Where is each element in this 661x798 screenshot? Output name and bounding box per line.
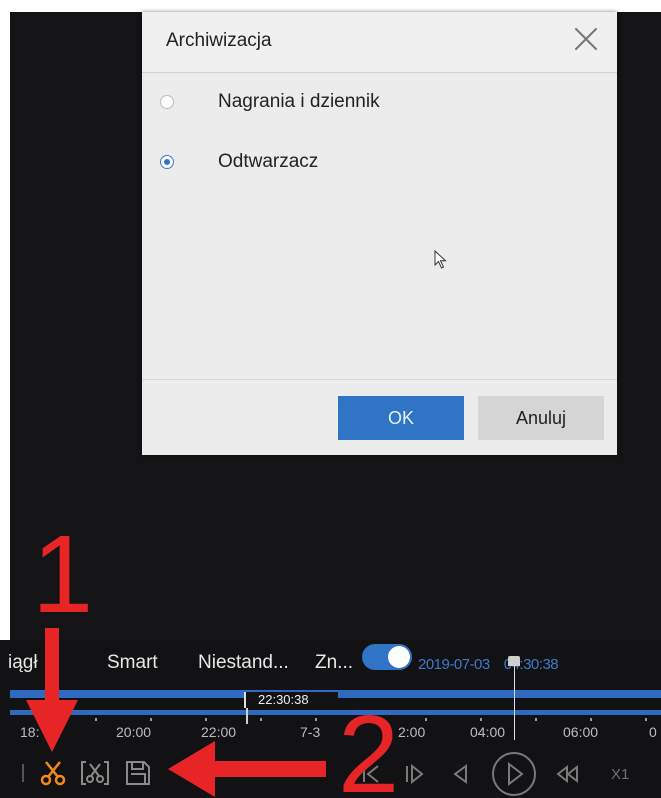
playback-screen: Archiwizacja Nagrania i dziennik Odtwarz…: [0, 0, 661, 798]
annotation-arrow-down: [26, 628, 78, 752]
annotation-arrow-left: [168, 741, 326, 797]
annotation-arrows: [26, 628, 326, 797]
